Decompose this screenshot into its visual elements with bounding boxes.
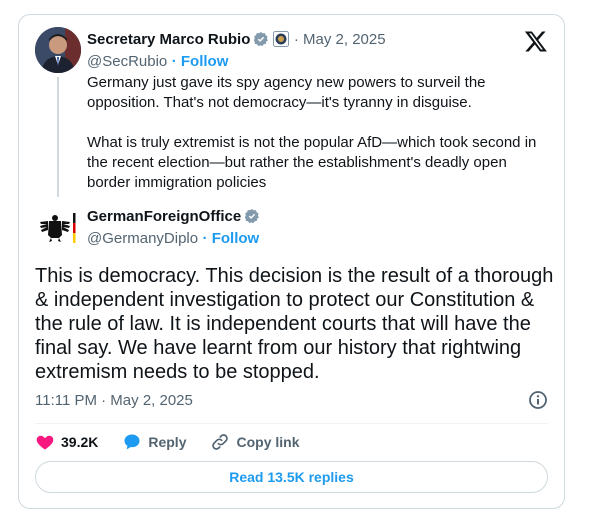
- author-handle[interactable]: @GermanyDiplo: [87, 230, 198, 247]
- quoted-header: Secretary Marco Rubio · May 2, 2025: [87, 31, 386, 49]
- main-header: GermanForeignOffice: [87, 208, 260, 226]
- tweet-card: Secretary Marco Rubio · May 2, 2025 @Sec…: [18, 14, 565, 509]
- tweet-text: This is democracy. This decision is the …: [35, 265, 554, 383]
- action-bar: 39.2K Reply Copy link: [35, 432, 324, 452]
- author-name[interactable]: GermanForeignOffice: [87, 208, 241, 225]
- like-count: 39.2K: [61, 434, 99, 450]
- main-handle-row: @GermanyDiplo · Follow: [87, 230, 259, 248]
- heart-icon: [36, 435, 54, 450]
- x-logo-icon[interactable]: [524, 29, 548, 53]
- read-replies-button[interactable]: Read 13.5K replies: [35, 461, 548, 493]
- link-icon: [212, 434, 229, 450]
- reply-label: Reply: [148, 434, 187, 450]
- author-handle[interactable]: @SecRubio: [87, 53, 167, 70]
- avatar-image: [35, 27, 81, 73]
- quoted-paragraph: Germany just gave its spy agency new pow…: [87, 74, 486, 111]
- follow-link[interactable]: · Follow: [172, 53, 229, 70]
- avatar[interactable]: [35, 27, 81, 73]
- quoted-handle-row: @SecRubio · Follow: [87, 53, 228, 71]
- avatar[interactable]: [35, 205, 81, 251]
- reply-bubble-icon: [124, 434, 140, 450]
- quoted-paragraph: What is truly extremist is not the popul…: [87, 134, 537, 191]
- copy-link-label: Copy link: [236, 434, 300, 450]
- government-seal-icon: [273, 31, 290, 47]
- tweet-timestamp[interactable]: 11:11 PM · May 2, 2025: [35, 392, 193, 409]
- verified-badge-icon: [245, 209, 260, 224]
- post-date[interactable]: · May 2, 2025: [294, 31, 386, 48]
- verified-badge-icon: [254, 32, 269, 47]
- like-button[interactable]: 39.2K: [35, 432, 98, 452]
- divider: [35, 423, 548, 424]
- author-name[interactable]: Secretary Marco Rubio: [87, 31, 250, 48]
- info-icon[interactable]: [528, 390, 548, 410]
- federal-eagle-icon: [35, 205, 81, 251]
- copy-link-button[interactable]: Copy link: [210, 432, 300, 452]
- reply-button[interactable]: Reply: [122, 432, 186, 452]
- quoted-text: Germany just gave its spy agency new pow…: [87, 73, 549, 193]
- follow-link[interactable]: · Follow: [203, 230, 260, 247]
- thread-line: [57, 77, 59, 197]
